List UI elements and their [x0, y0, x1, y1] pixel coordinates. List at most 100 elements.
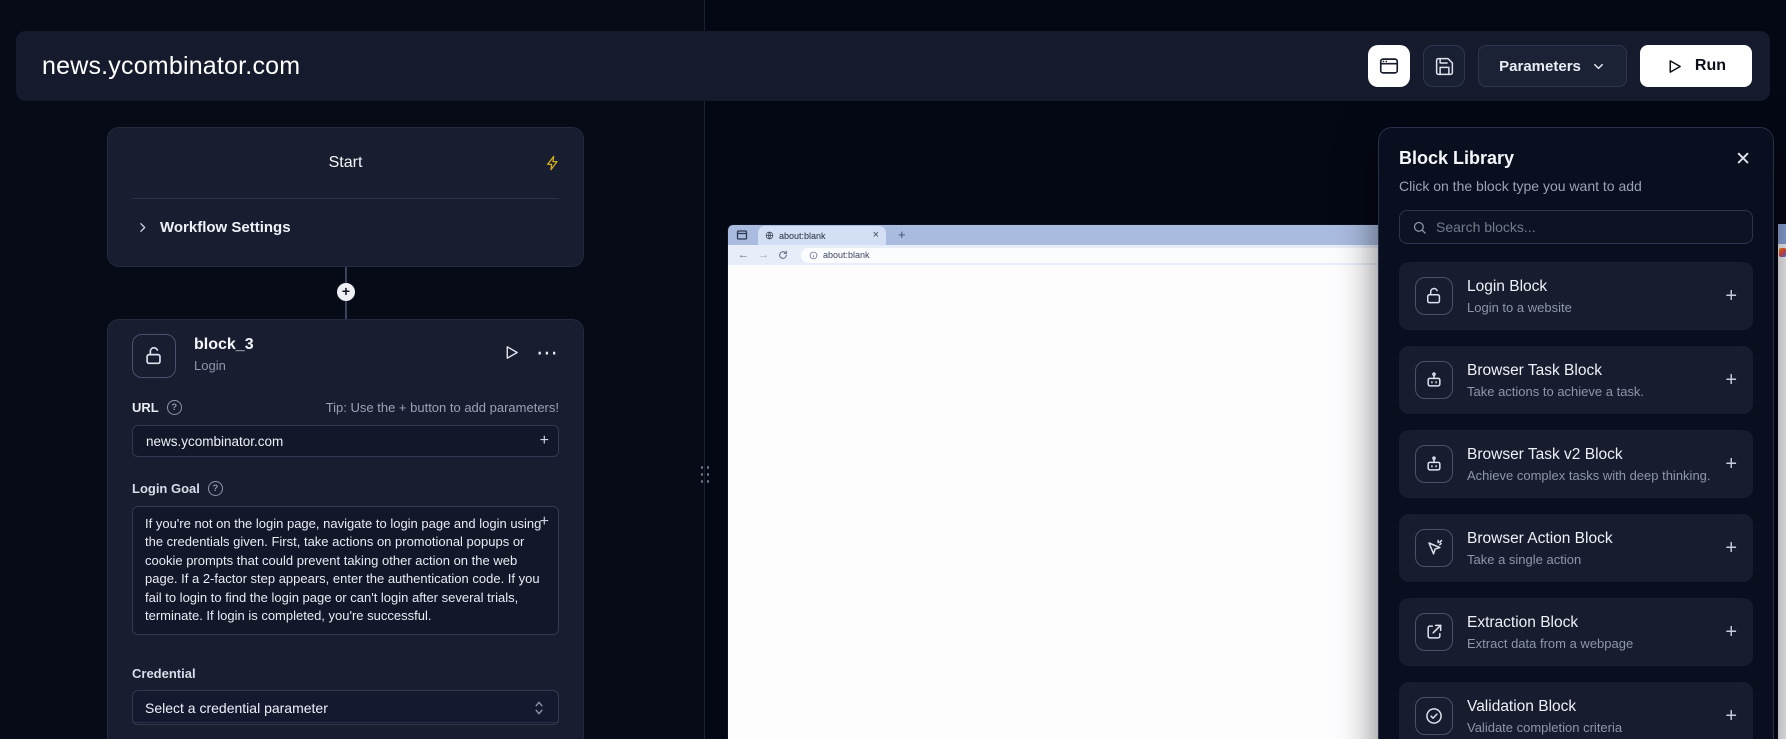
library-item-browser-task-block[interactable]: Browser Task Block Take actions to achie… — [1399, 346, 1753, 414]
library-item-extraction-block[interactable]: Extraction Block Extract data from a web… — [1399, 598, 1753, 666]
block-head-text: block_3 Login — [194, 334, 254, 373]
library-item-browser-task-v2-block[interactable]: Browser Task v2 Block Achieve complex ta… — [1399, 430, 1753, 498]
tab-title: about:blank — [779, 231, 868, 241]
start-card-divider — [132, 198, 559, 199]
workflow-editor: news.ycombinator.com Parameters — [0, 0, 1786, 739]
select-chevrons-icon — [532, 700, 546, 716]
block-icon-box — [132, 334, 176, 378]
run-block-button[interactable] — [503, 344, 520, 361]
save-button[interactable] — [1423, 45, 1465, 87]
item-icon-box — [1415, 613, 1453, 651]
workflow-title: news.ycombinator.com — [42, 52, 300, 81]
parameters-button[interactable]: Parameters — [1478, 45, 1627, 87]
page-info-icon — [809, 251, 818, 260]
item-text: Browser Task v2 Block Achieve complex ta… — [1467, 446, 1711, 483]
url-field-row: URL ? Tip: Use the + button to add param… — [132, 400, 559, 415]
item-icon-box — [1415, 361, 1453, 399]
address-text: about:blank — [823, 250, 870, 260]
url-label-group: URL ? — [132, 400, 182, 415]
search-box — [1399, 210, 1753, 244]
url-label: URL — [132, 400, 159, 415]
pane-divider — [704, 0, 705, 739]
close-panel-button[interactable]: ✕ — [1735, 148, 1751, 171]
start-block-title: Start — [329, 154, 363, 172]
item-subtitle: Achieve complex tasks with deep thinking… — [1467, 468, 1711, 483]
run-button[interactable]: Run — [1640, 45, 1752, 87]
add-validation-block-button[interactable]: + — [1725, 705, 1737, 728]
start-block-card[interactable]: Start Workflow Settings — [107, 127, 584, 267]
login-block-header: block_3 Login ⋯ — [132, 334, 559, 378]
search-icon — [1412, 220, 1427, 235]
url-input[interactable] — [132, 425, 559, 457]
edge-browser-logo-icon — [1779, 248, 1786, 257]
credential-field-row: Credential — [132, 666, 559, 681]
block-library-header: Block Library ✕ — [1379, 148, 1773, 169]
item-title: Extraction Block — [1467, 614, 1633, 632]
library-item-validation-block[interactable]: Validation Block Validate completion cri… — [1399, 682, 1753, 739]
credential-select-value: Select a credential parameter — [145, 700, 328, 716]
start-block-header: Start — [108, 128, 583, 198]
credential-label: Credential — [132, 666, 196, 681]
block-menu-button[interactable]: ⋯ — [536, 348, 559, 358]
run-button-label: Run — [1695, 57, 1726, 75]
add-block-button[interactable]: + — [337, 283, 355, 301]
item-subtitle: Validate completion criteria — [1467, 720, 1622, 735]
extract-icon — [1424, 622, 1444, 642]
item-icon-box — [1415, 697, 1453, 735]
tab-close-button[interactable]: × — [873, 231, 879, 240]
library-item-browser-action-block[interactable]: Browser Action Block Take a single actio… — [1399, 514, 1753, 582]
add-extraction-block-button[interactable]: + — [1725, 621, 1737, 644]
window-icon — [736, 229, 748, 241]
refresh-button[interactable] — [778, 250, 788, 260]
chevron-right-icon — [136, 221, 149, 234]
new-tab-button[interactable]: + — [898, 227, 906, 242]
item-subtitle: Take actions to achieve a task. — [1467, 384, 1644, 399]
forward-button[interactable]: → — [758, 250, 769, 261]
top-header: news.ycombinator.com Parameters — [16, 31, 1770, 101]
save-icon — [1434, 56, 1455, 77]
library-item-login-block[interactable]: Login Block Login to a website + — [1399, 262, 1753, 330]
parameters-button-label: Parameters — [1499, 58, 1581, 75]
item-title: Validation Block — [1467, 698, 1622, 716]
item-title: Login Block — [1467, 278, 1572, 296]
block-actions: ⋯ — [503, 334, 559, 361]
back-button[interactable]: ← — [738, 250, 749, 261]
browser-tab[interactable]: about:blank × — [758, 226, 886, 245]
parameter-tip: Tip: Use the + button to add parameters! — [326, 400, 559, 415]
item-text: Extraction Block Extract data from a web… — [1467, 614, 1633, 651]
item-icon-box — [1415, 529, 1453, 567]
workflow-settings-label: Workflow Settings — [160, 219, 291, 236]
pane-resize-handle[interactable] — [698, 462, 710, 486]
credential-select[interactable]: Select a credential parameter — [132, 690, 559, 725]
block-library-title: Block Library — [1399, 148, 1753, 169]
add-login-block-button[interactable]: + — [1725, 285, 1737, 308]
goal-help-icon[interactable]: ? — [208, 481, 223, 496]
globe-icon — [765, 231, 774, 240]
browser-window-icon — [1378, 55, 1400, 77]
item-text: Validation Block Validate completion cri… — [1467, 698, 1622, 735]
login-block-card[interactable]: block_3 Login ⋯ URL ? Tip: Us — [107, 319, 584, 739]
add-url-parameter-button[interactable]: + — [540, 433, 549, 449]
add-browser-action-block-button[interactable]: + — [1725, 537, 1737, 560]
login-goal-textarea[interactable]: If you're not on the login page, navigat… — [132, 506, 559, 635]
play-icon — [1666, 58, 1683, 75]
header-actions: Parameters Run — [1368, 45, 1752, 87]
block-name: block_3 — [194, 336, 254, 354]
edge-browser-sliver — [1778, 224, 1786, 739]
close-icon: ✕ — [1735, 149, 1751, 170]
add-goal-parameter-button[interactable]: + — [540, 514, 549, 530]
browser-preview-button[interactable] — [1368, 45, 1410, 87]
search-blocks-input[interactable] — [1436, 219, 1740, 235]
goal-field-row: Login Goal ? — [132, 481, 559, 496]
item-icon-box — [1415, 277, 1453, 315]
add-browser-task-block-button[interactable]: + — [1725, 369, 1737, 392]
block-library-list: Login Block Login to a website + Browser… — [1379, 262, 1773, 739]
url-help-icon[interactable]: ? — [167, 400, 182, 415]
workflow-settings-toggle[interactable]: Workflow Settings — [136, 219, 583, 236]
item-subtitle: Login to a website — [1467, 300, 1572, 315]
block-library-panel: Block Library ✕ Click on the block type … — [1378, 127, 1774, 739]
block-type-label: Login — [194, 358, 254, 373]
login-block-content: block_3 Login ⋯ URL ? Tip: Us — [108, 320, 583, 739]
lightning-icon — [545, 155, 561, 171]
add-browser-task-v2-block-button[interactable]: + — [1725, 453, 1737, 476]
